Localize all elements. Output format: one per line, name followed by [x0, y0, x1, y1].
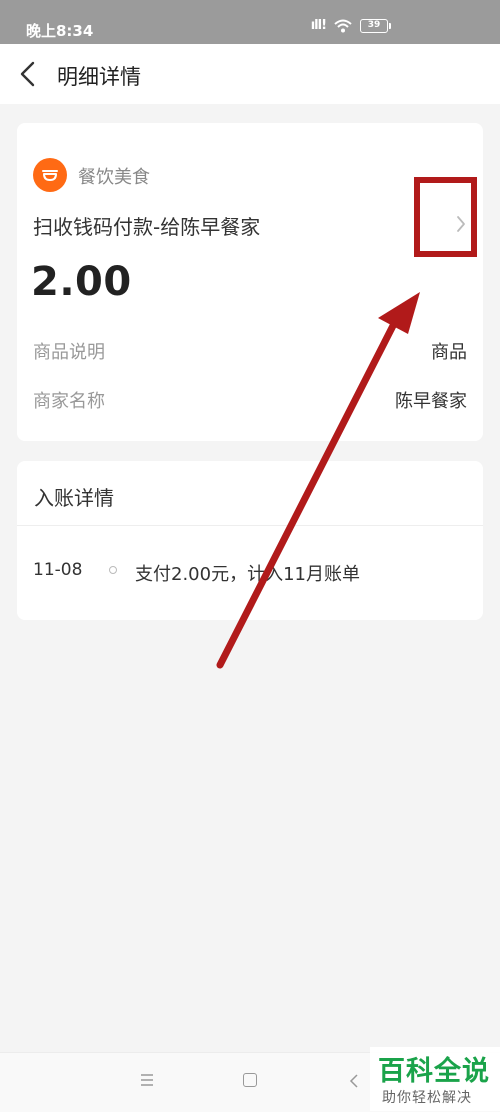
nav-bar: 明细详情: [0, 44, 500, 104]
battery-icon: 39: [360, 18, 391, 33]
signal-icon: ıll!: [310, 18, 327, 33]
entry-details-card: 入账详情 11-08 支付2.00元，计入11月账单: [17, 461, 483, 620]
merchant-name-value: 陈早餐家: [395, 391, 467, 412]
category-label: 餐饮美食: [78, 167, 150, 188]
status-indicators: ıll! 39: [310, 18, 391, 33]
back-nav-icon[interactable]: [349, 1073, 359, 1089]
highlight-box: [414, 177, 477, 257]
wifi-icon: [334, 19, 352, 32]
home-icon[interactable]: [243, 1073, 257, 1087]
transaction-amount: 2.00: [31, 259, 132, 305]
menu-icon[interactable]: [140, 1074, 154, 1086]
transaction-title[interactable]: 扫收钱码付款-给陈早餐家: [33, 211, 260, 240]
watermark-main: 百科全说: [378, 1056, 490, 1087]
product-desc-value: 商品: [431, 342, 467, 363]
page-title: 明细详情: [57, 65, 141, 89]
entry-details-title: 入账详情: [34, 486, 114, 510]
watermark: 百科全说 助你轻松解决: [370, 1047, 500, 1111]
status-time: 晚上8:34: [26, 22, 94, 40]
entry-date: 11-08: [33, 560, 83, 580]
restaurant-icon: [33, 158, 67, 192]
merchant-name-label: 商家名称: [33, 391, 105, 412]
status-bar: 晚上8:34 ıll! 39: [0, 0, 500, 44]
timeline-dot-icon: [109, 566, 117, 574]
entry-description: 支付2.00元，计入11月账单: [135, 564, 360, 585]
product-desc-label: 商品说明: [33, 342, 105, 363]
back-arrow-icon[interactable]: [14, 58, 42, 90]
transaction-card: 餐饮美食 扫收钱码付款-给陈早餐家 2.00 商品说明 商品 商家名称 陈早餐家: [17, 123, 483, 441]
watermark-sub: 助你轻松解决: [382, 1090, 472, 1106]
divider: [17, 525, 483, 526]
